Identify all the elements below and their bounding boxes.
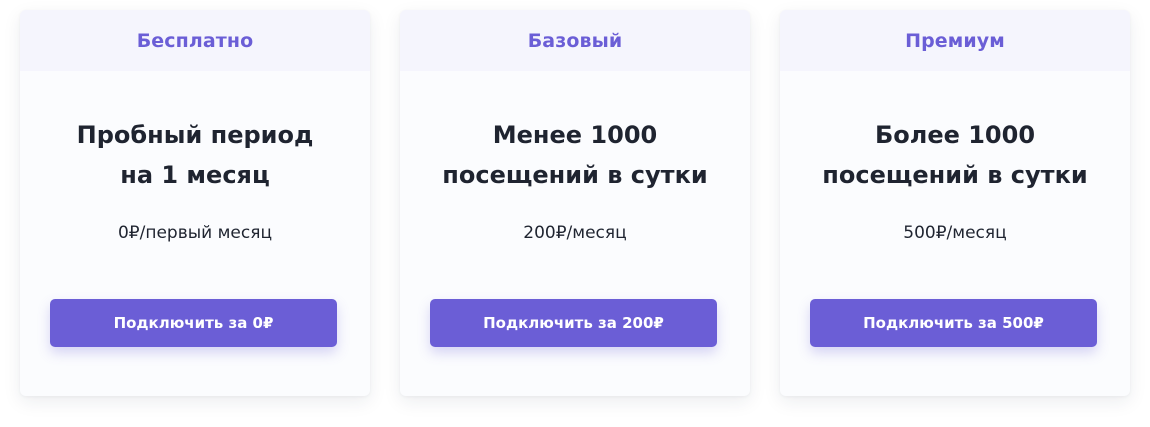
plan-description-line-2: на 1 месяц	[120, 161, 270, 189]
plan-card-free: Бесплатно Пробный период на 1 месяц 0₽/п…	[20, 10, 370, 396]
plan-card-premium: Премиум Более 1000 посещений в сутки 500…	[780, 10, 1130, 396]
plan-header: Базовый	[400, 10, 750, 71]
plan-title: Премиум	[905, 29, 1005, 52]
pricing-plans: Бесплатно Пробный период на 1 месяц 0₽/п…	[0, 0, 1150, 427]
subscribe-premium-button[interactable]: Подключить за 500₽	[810, 299, 1097, 347]
plan-price: 500₽/месяц	[903, 223, 1007, 243]
plan-description-line-2: посещений в сутки	[822, 161, 1088, 189]
plan-header: Премиум	[780, 10, 1130, 71]
plan-description-line-1: Более 1000	[874, 121, 1036, 149]
plan-title: Базовый	[527, 29, 623, 52]
plan-description-line-1: Пробный период	[76, 121, 314, 149]
plan-description-line-1: Менее 1000	[492, 121, 658, 149]
plan-title: Бесплатно	[136, 29, 254, 52]
plan-description: Пробный период на 1 месяц	[20, 115, 370, 195]
plan-card-basic: Базовый Менее 1000 посещений в сутки 200…	[400, 10, 750, 396]
plan-header: Бесплатно	[20, 10, 370, 71]
subscribe-basic-button[interactable]: Подключить за 200₽	[430, 299, 717, 347]
plan-price: 0₽/первый месяц	[117, 223, 273, 243]
plan-description: Менее 1000 посещений в сутки	[400, 115, 750, 195]
subscribe-free-button[interactable]: Подключить за 0₽	[50, 299, 337, 347]
plan-description-line-2: посещений в сутки	[442, 161, 708, 189]
plan-description: Более 1000 посещений в сутки	[780, 115, 1130, 195]
plan-price: 200₽/месяц	[523, 223, 627, 243]
